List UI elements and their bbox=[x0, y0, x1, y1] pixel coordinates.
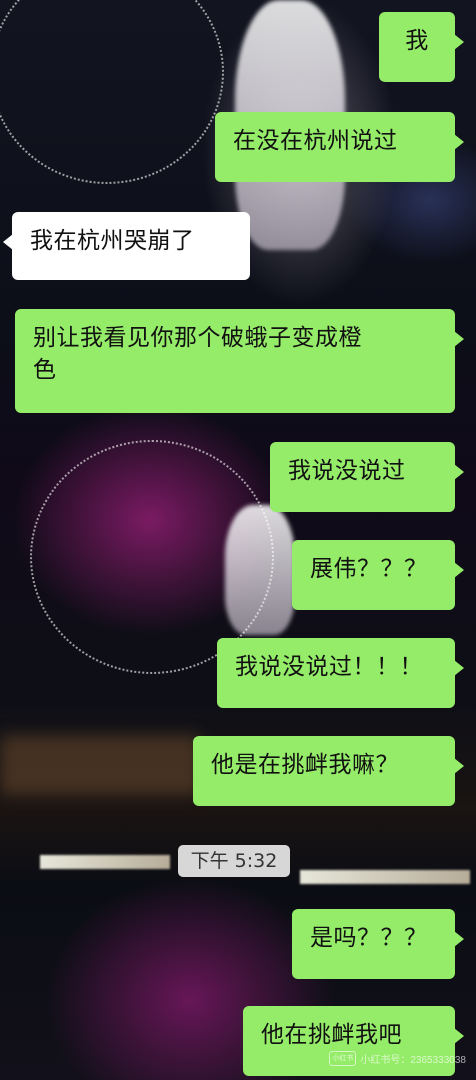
message-timestamp: 下午 5:32 bbox=[178, 845, 290, 877]
xiaohongshu-logo-icon: 小红书 bbox=[329, 1051, 357, 1066]
message-bubble-incoming[interactable]: 我在杭州哭崩了 bbox=[3, 212, 250, 280]
message-bubble-outgoing[interactable]: 是吗？？？ bbox=[292, 909, 464, 979]
message-bubble-outgoing[interactable]: 我说没说过！！！ bbox=[217, 638, 464, 708]
message-bubble-outgoing[interactable]: 他是在挑衅我嘛？ bbox=[193, 736, 464, 806]
message-bubble-outgoing[interactable]: 展伟？？？ bbox=[292, 540, 464, 610]
stage-light-bar-left bbox=[40, 855, 170, 869]
watermark-text: 小红书号：2365333038 bbox=[360, 1055, 466, 1066]
message-bubble-outgoing[interactable]: 别让我看见你那个破蛾子变成橙 色 bbox=[15, 309, 464, 413]
xiaohongshu-watermark: 小红书 小红书号：2365333038 bbox=[329, 1051, 466, 1066]
message-bubble-outgoing[interactable]: 我 bbox=[379, 12, 464, 82]
message-bubble-outgoing[interactable]: 在没在杭州说过 bbox=[215, 112, 464, 182]
stage-light-bar-right bbox=[300, 870, 470, 884]
stage-glow bbox=[0, 735, 200, 795]
sparkle-arc-top bbox=[0, 0, 224, 184]
message-bubble-outgoing[interactable]: 我说没说过 bbox=[270, 442, 464, 512]
